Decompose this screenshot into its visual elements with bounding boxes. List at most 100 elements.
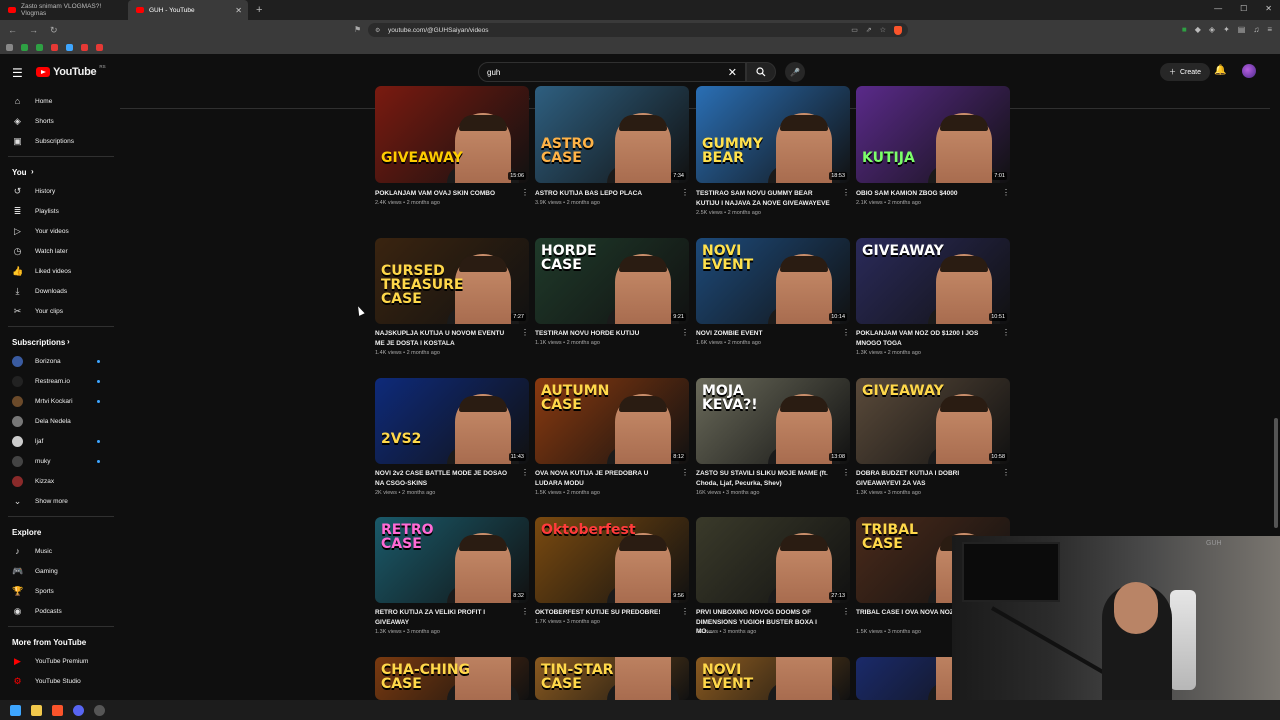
- star-icon[interactable]: ☆: [880, 26, 886, 35]
- video-card[interactable]: NOVI EVENT 10:14 NOVI ZOMBIE EVENT 1.6K vie…: [696, 238, 850, 368]
- browser-tab[interactable]: Zasto snimam VLOGMAS?! Vlogmas: [0, 0, 128, 20]
- sidebar-icon[interactable]: ▤: [1238, 25, 1246, 34]
- sidebar-item-youtube-premium[interactable]: ▶ YouTube Premium: [0, 651, 118, 671]
- video-thumbnail[interactable]: GIVEAWAY 10:51: [856, 238, 1010, 324]
- more-actions-icon[interactable]: ⋮: [521, 607, 529, 616]
- file-explorer-icon[interactable]: [31, 704, 42, 716]
- video-thumbnail[interactable]: CHA-CHING CASE: [375, 657, 529, 700]
- subscription-item[interactable]: Mrtvi Kockari: [0, 391, 118, 411]
- create-button[interactable]: ＋ Create: [1160, 63, 1211, 81]
- subscription-item[interactable]: Restream.io: [0, 371, 118, 391]
- video-thumbnail[interactable]: GIVEAWAY 10:58: [856, 378, 1010, 464]
- video-card[interactable]: CURSED TREASURE CASE 7:27 NAJSKUPLJA KUTIJ…: [375, 238, 529, 368]
- maximize-icon[interactable]: ☐: [1240, 4, 1247, 13]
- video-card[interactable]: RETRO CASE 8:32 RETRO KUTIJA ZA VELIKI PRO…: [375, 517, 529, 647]
- bookmark-youtube-icon[interactable]: [51, 43, 58, 51]
- video-title[interactable]: OBIO SAM KAMION ZBOG $4000: [856, 189, 994, 199]
- clear-search-icon[interactable]: ✕: [728, 66, 737, 79]
- subscription-item[interactable]: muky: [0, 451, 118, 471]
- video-thumbnail[interactable]: 27:13: [696, 517, 850, 603]
- bookmark-sheets-icon[interactable]: [21, 43, 28, 51]
- more-actions-icon[interactable]: ⋮: [521, 188, 529, 197]
- video-title[interactable]: ASTRO KUTIJA BAS LEPO PLACA: [535, 189, 673, 199]
- video-card[interactable]: CHA-CHING CASE: [375, 657, 529, 700]
- video-card[interactable]: HORDE CASE 9:21 TESTIRAM NOVU HORDE KUTIJU…: [535, 238, 689, 368]
- video-card[interactable]: GIVEAWAY 10:58 DOBRA BUDZET KUTIJA I DOBRI…: [856, 378, 1010, 508]
- subscription-item[interactable]: Kizzax: [0, 471, 118, 491]
- video-card[interactable]: NOVI EVENT: [696, 657, 850, 700]
- video-thumbnail[interactable]: MOJA KEVA?! 13:08: [696, 378, 850, 464]
- app-icon[interactable]: [94, 704, 105, 716]
- music-note-icon[interactable]: ♫: [1253, 25, 1259, 34]
- video-card[interactable]: 27:13 PRVI UNBOXING NOVOG DOOMS OF DIMENS…: [696, 517, 850, 647]
- sidebar-item-podcasts[interactable]: ◉ Podcasts: [0, 601, 118, 621]
- bookmark-gmail-icon[interactable]: [81, 43, 88, 51]
- sidebar-item-downloads[interactable]: ⤓ Downloads: [0, 281, 118, 301]
- puzzle-icon[interactable]: ✦: [1223, 25, 1230, 34]
- sidebar-item-subscriptions[interactable]: ▣ Subscriptions: [0, 131, 118, 151]
- video-thumbnail[interactable]: RETRO CASE 8:32: [375, 517, 529, 603]
- site-info-icon[interactable]: ⚙: [375, 27, 380, 34]
- voice-search-button[interactable]: 🎤: [785, 62, 805, 82]
- more-actions-icon[interactable]: ⋮: [1002, 188, 1010, 197]
- video-thumbnail[interactable]: 2VS2 11:43: [375, 378, 529, 464]
- sidebar-item-your-videos[interactable]: ▷ Your videos: [0, 221, 118, 241]
- more-actions-icon[interactable]: ⋮: [681, 607, 689, 616]
- search-input[interactable]: guh ✕: [478, 62, 746, 82]
- video-card[interactable]: AUTUMN CASE 8:12 OVA NOVA KUTIJA JE PREDOB…: [535, 378, 689, 508]
- extension-icon[interactable]: ■: [1182, 25, 1187, 34]
- video-thumbnail[interactable]: GUMMY BEAR 18:53: [696, 86, 850, 183]
- more-actions-icon[interactable]: ⋮: [842, 328, 850, 337]
- more-actions-icon[interactable]: ⋮: [521, 468, 529, 477]
- sidebar-item-shorts[interactable]: ◈ Shorts: [0, 111, 118, 131]
- video-title[interactable]: ZASTO SU STAVILI SLIKU MOJE MAME (ft. Ch…: [696, 469, 834, 488]
- shield-icon[interactable]: ◆: [1195, 25, 1201, 34]
- bookmark-check-icon[interactable]: [66, 43, 73, 51]
- close-window-icon[interactable]: ✕: [1265, 4, 1272, 13]
- page-scrollbar[interactable]: [1274, 418, 1278, 528]
- video-card[interactable]: GIVEAWAY 15:06 POKLANJAM VAM OVAJ SKIN COM…: [375, 86, 529, 220]
- brave-browser-icon[interactable]: [52, 704, 63, 716]
- new-tab-button[interactable]: +: [248, 4, 270, 16]
- show-more-button[interactable]: ⌄ Show more: [0, 491, 118, 511]
- subscription-item[interactable]: Dela Nedela: [0, 411, 118, 431]
- reload-icon[interactable]: ↻: [50, 25, 58, 36]
- more-actions-icon[interactable]: ⋮: [842, 468, 850, 477]
- video-thumbnail[interactable]: ASTRO CASE 7:34: [535, 86, 689, 183]
- video-title[interactable]: OVA NOVA KUTIJA JE PREDOBRA U LUDARA MOD…: [535, 469, 673, 488]
- hamburger-menu-icon[interactable]: ☰: [12, 66, 23, 80]
- windows-start-icon[interactable]: [10, 704, 21, 716]
- share-icon[interactable]: ⇗: [866, 26, 872, 35]
- video-thumbnail[interactable]: TIN-STAR CASE: [535, 657, 689, 700]
- wallet-icon[interactable]: ◈: [1209, 25, 1215, 34]
- video-thumbnail[interactable]: KUTIJA 7:01: [856, 86, 1010, 183]
- video-thumbnail[interactable]: AUTUMN CASE 8:12: [535, 378, 689, 464]
- more-actions-icon[interactable]: ⋮: [681, 328, 689, 337]
- video-title[interactable]: NOVI 2v2 CASE BATTLE MODE JE DOSAO NA CS…: [375, 469, 513, 488]
- video-title[interactable]: NAJSKUPLJA KUTIJA U NOVOM EVENTU ME JE D…: [375, 329, 513, 348]
- video-thumbnail[interactable]: GIVEAWAY 15:06: [375, 86, 529, 183]
- more-actions-icon[interactable]: ⋮: [521, 328, 529, 337]
- video-card[interactable]: Oktoberfest 9:56 OKTOBERFEST KUTIJE SU PRE…: [535, 517, 689, 647]
- video-card[interactable]: 2VS2 11:43 NOVI 2v2 CASE BATTLE MODE JE DO…: [375, 378, 529, 508]
- video-title[interactable]: POKLANJAM VAM OVAJ SKIN COMBO: [375, 189, 513, 199]
- video-card[interactable]: KUTIJA 7:01 OBIO SAM KAMION ZBOG $4000 2.1K…: [856, 86, 1010, 220]
- sidebar-item-watch-later[interactable]: ◷ Watch later: [0, 241, 118, 261]
- forward-icon[interactable]: →: [29, 25, 38, 36]
- video-title[interactable]: DOBRA BUDZET KUTIJA I DOBRI GIVEAWAYEVI …: [856, 469, 994, 488]
- more-actions-icon[interactable]: ⋮: [681, 188, 689, 197]
- video-title[interactable]: POKLANJAM VAM NOZ OD $1200 I JOS MNOGO T…: [856, 329, 994, 348]
- bookmark-youtube-icon[interactable]: [96, 43, 103, 51]
- video-title[interactable]: TESTIRAM NOVU HORDE KUTIJU: [535, 329, 673, 339]
- browser-menu-icon[interactable]: ≡: [1267, 25, 1272, 34]
- sidebar-item-liked-videos[interactable]: 👍 Liked videos: [0, 261, 118, 281]
- video-card[interactable]: GIVEAWAY 10:51 POKLANJAM VAM NOZ OD $1200 …: [856, 238, 1010, 368]
- video-thumbnail[interactable]: Oktoberfest 9:56: [535, 517, 689, 603]
- video-card[interactable]: GUMMY BEAR 18:53 TESTIRAO SAM NOVU GUMMY B…: [696, 86, 850, 220]
- section-subscriptions[interactable]: Subscriptions: [12, 338, 65, 347]
- back-icon[interactable]: ←: [8, 25, 17, 36]
- apps-icon[interactable]: [6, 43, 13, 51]
- minimize-icon[interactable]: —: [1214, 4, 1222, 13]
- sidebar-item-playlists[interactable]: ≣ Playlists: [0, 201, 118, 221]
- sidebar-item-home[interactable]: ⌂ Home: [0, 91, 118, 111]
